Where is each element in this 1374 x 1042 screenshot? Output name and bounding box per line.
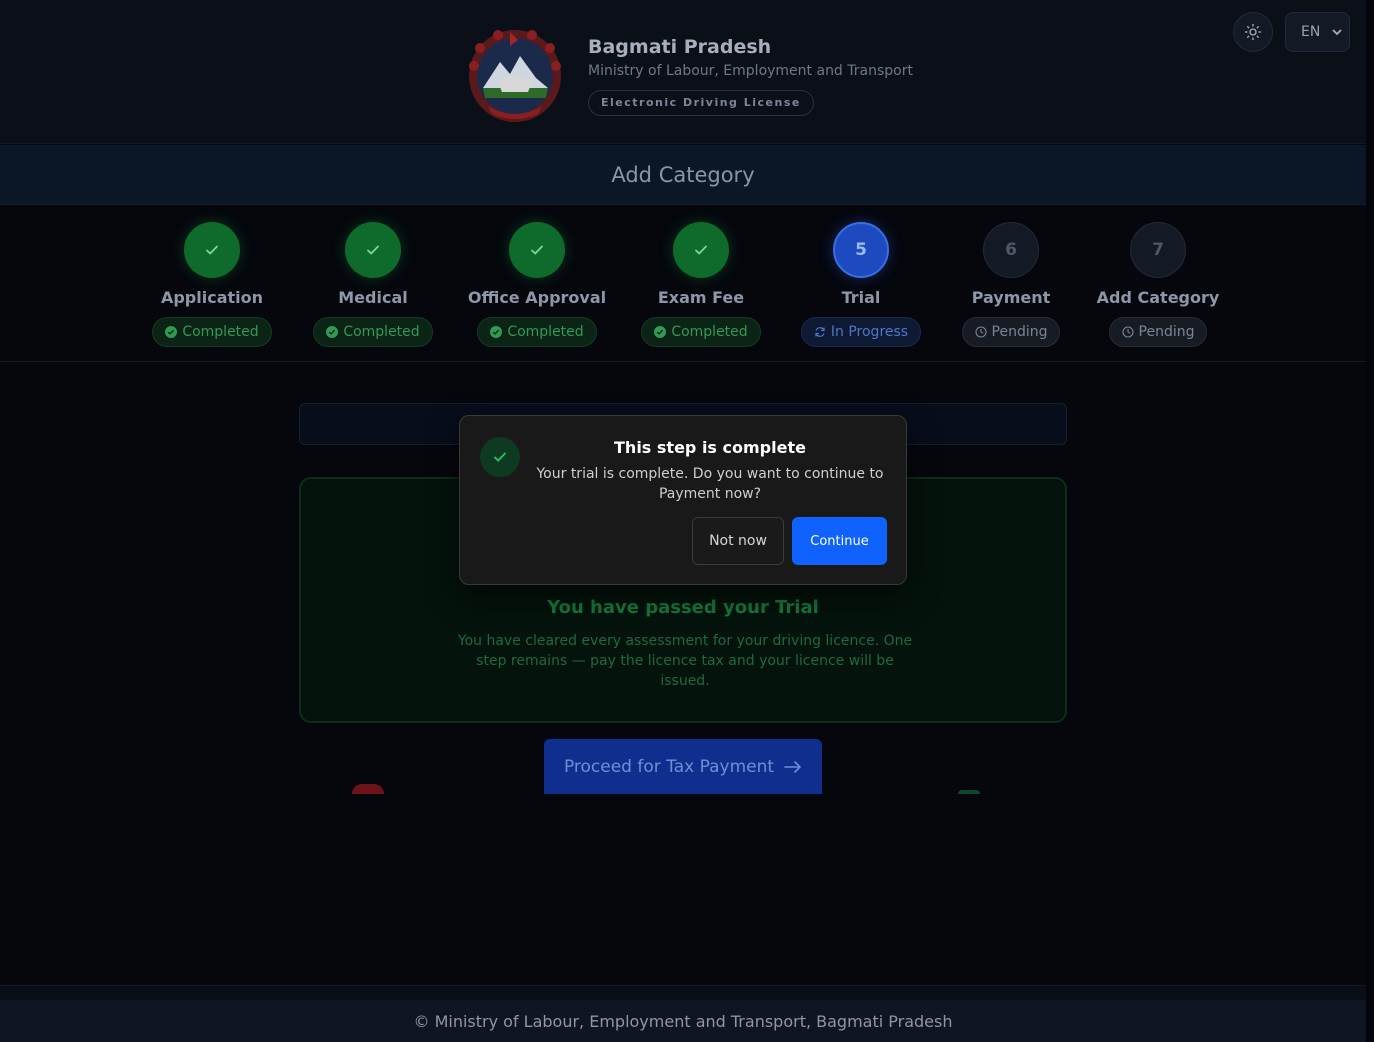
step-label: Office Approval: [467, 288, 607, 307]
check-circle-icon: [654, 326, 667, 338]
status-badge: Completed: [313, 317, 433, 347]
step-office-approval: Office Approval Completed: [457, 222, 617, 347]
clock-icon: [974, 326, 987, 338]
check-circle-icon: [326, 326, 339, 338]
check-circle-icon: [165, 326, 178, 338]
step-label: Payment: [971, 288, 1051, 307]
status-text: In Progress: [830, 324, 909, 340]
dialog-message: Your trial is complete. Do you want to c…: [536, 466, 884, 502]
success-icon: [480, 437, 520, 477]
step-complete-indicator: [345, 222, 401, 278]
site-header: Bagmati Pradesh Ministry of Labour, Empl…: [0, 0, 1366, 144]
service-badge: Electronic Driving License: [588, 90, 814, 116]
arrow-right-icon: [784, 760, 802, 773]
continue-button[interactable]: Continue: [792, 517, 887, 565]
status-text: Completed: [182, 324, 259, 340]
clock-icon: [1121, 326, 1134, 338]
check-icon: [206, 245, 218, 255]
status-text: Pending: [1138, 324, 1195, 340]
page-title: Add Category: [611, 162, 755, 187]
step-application: Application Completed: [132, 222, 292, 347]
status-badge: Pending: [1108, 317, 1208, 347]
footer-text: © Ministry of Labour, Employment and Tra…: [413, 1011, 953, 1031]
step-label: Exam Fee: [657, 288, 745, 307]
not-now-button[interactable]: Not now: [692, 517, 784, 565]
status-text: Completed: [671, 324, 748, 340]
language-value: EN: [1301, 24, 1321, 40]
step-payment: 6 Payment Pending: [931, 222, 1091, 347]
step-trial: 5 Trial In Progress: [781, 222, 941, 347]
step-label: Add Category: [1096, 288, 1220, 307]
progress-stepper: Application Completed Medical Completed …: [0, 206, 1366, 362]
step-number: 5: [833, 222, 889, 278]
status-badge: Pending: [961, 317, 1061, 347]
check-icon: [531, 245, 543, 255]
result-title: You have passed your Trial: [547, 597, 819, 618]
chevron-down-icon: [1332, 29, 1342, 36]
check-icon: [367, 245, 379, 255]
status-badge: Completed: [641, 317, 761, 347]
status-badge: In Progress: [800, 317, 922, 347]
step-number: 6: [983, 222, 1039, 278]
status-badge: Completed: [152, 317, 272, 347]
check-icon: [494, 452, 506, 462]
step-complete-indicator: [184, 222, 240, 278]
step-label: Trial: [841, 288, 881, 307]
step-complete-dialog: This step is complete Your trial is comp…: [459, 415, 907, 585]
language-select[interactable]: EN: [1285, 12, 1350, 52]
footer-divider: [0, 985, 1366, 1000]
step-complete-indicator: [673, 222, 729, 278]
dialog-title: This step is complete: [614, 438, 806, 457]
status-text: Completed: [343, 324, 420, 340]
step-label: Application: [160, 288, 264, 307]
status-text: Pending: [991, 324, 1048, 340]
step-exam-fee: Exam Fee Completed: [621, 222, 781, 347]
site-footer: © Ministry of Labour, Employment and Tra…: [0, 1000, 1366, 1042]
result-message: You have cleared every assessment for yo…: [457, 633, 913, 689]
sun-icon: [1244, 23, 1262, 41]
scrollbar[interactable]: [1366, 0, 1374, 1042]
org-name: Bagmati Pradesh: [588, 36, 772, 58]
step-number: 7: [1130, 222, 1186, 278]
page-title-bar: Add Category: [0, 145, 1366, 205]
proceed-tax-payment-button[interactable]: Proceed for Tax Payment: [544, 739, 822, 794]
decorative-shape: [352, 784, 384, 794]
status-badge: Completed: [477, 317, 597, 347]
nepal-emblem-icon: [469, 30, 561, 122]
ministry-name: Ministry of Labour, Employment and Trans…: [588, 63, 913, 79]
step-add-category: 7 Add Category Pending: [1078, 222, 1238, 347]
theme-toggle-button[interactable]: [1233, 12, 1273, 52]
step-label: Medical: [338, 288, 408, 307]
check-circle-icon: [490, 326, 503, 338]
decorative-shape: [958, 790, 980, 794]
check-icon: [695, 245, 707, 255]
proceed-label: Proceed for Tax Payment: [563, 756, 775, 777]
step-complete-indicator: [509, 222, 565, 278]
status-text: Completed: [507, 324, 584, 340]
refresh-icon: [815, 327, 825, 337]
step-medical: Medical Completed: [293, 222, 453, 347]
